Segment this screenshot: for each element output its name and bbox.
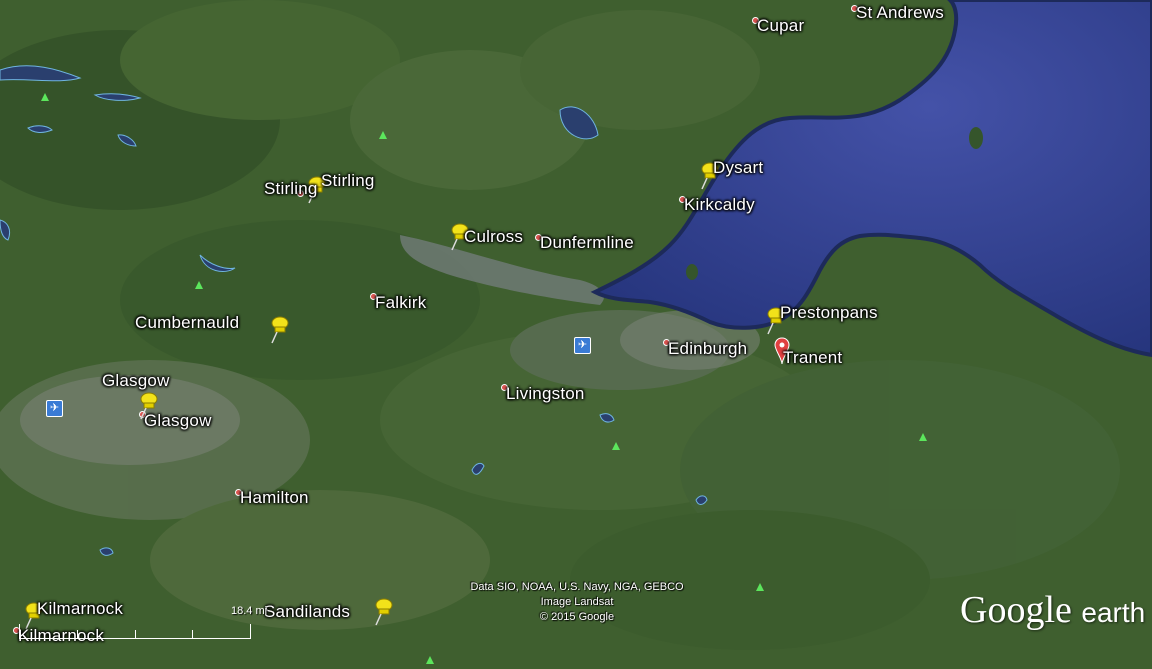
attribution-data: Data SIO, NOAA, U.S. Navy, NGA, GEBCO: [470, 581, 684, 593]
logo-earth: earth: [1081, 597, 1146, 628]
place-label-glasgow-pin[interactable]: Glasgow: [102, 371, 170, 391]
pushpin-icon[interactable]: [266, 314, 292, 344]
mountain-peak-icon: [41, 93, 49, 101]
mountain-peak-icon: [756, 583, 764, 591]
place-label-tranent[interactable]: Tranent: [783, 348, 842, 368]
place-label-st-andrews[interactable]: St Andrews: [856, 3, 944, 23]
pushpin-icon[interactable]: [370, 596, 396, 626]
place-label-dunfermline[interactable]: Dunfermline: [540, 233, 634, 253]
place-label-edinburgh[interactable]: Edinburgh: [668, 339, 747, 359]
airport-icon[interactable]: ✈: [46, 400, 63, 417]
airport-icon[interactable]: ✈: [574, 337, 591, 354]
mountain-peak-icon: [919, 433, 927, 441]
mountain-peak-icon: [195, 281, 203, 289]
satellite-map[interactable]: [0, 0, 1152, 669]
place-label-stirling[interactable]: Stirling: [264, 179, 318, 199]
place-label-kirkcaldy[interactable]: Kirkcaldy: [684, 195, 755, 215]
attribution-copyright: © 2015 Google: [539, 611, 615, 623]
place-label-cupar[interactable]: Cupar: [757, 16, 804, 36]
mountain-peak-icon: [379, 131, 387, 139]
mountain-peak-icon: [612, 442, 620, 450]
place-label-sandilands[interactable]: Sandilands: [264, 602, 350, 622]
place-label-glasgow[interactable]: Glasgow: [144, 411, 212, 431]
place-label-falkirk[interactable]: Falkirk: [375, 293, 426, 313]
mountain-peak-icon: [426, 656, 434, 664]
place-label-dysart[interactable]: Dysart: [713, 158, 763, 178]
place-label-kilmarnock-pin[interactable]: Kilmarnock: [37, 599, 123, 619]
scale-label: 18.4 mi: [231, 605, 268, 617]
place-label-livingston[interactable]: Livingston: [506, 384, 585, 404]
google-earth-logo: Google earth: [960, 588, 1145, 632]
place-label-hamilton[interactable]: Hamilton: [240, 488, 309, 508]
place-label-stirling-pin[interactable]: Stirling: [321, 171, 375, 191]
scale-bar: [19, 624, 251, 639]
place-label-culross[interactable]: Culross: [464, 227, 523, 247]
map-attribution: Data SIO, NOAA, U.S. Navy, NGA, GEBCO Im…: [440, 580, 714, 625]
place-label-cumbernauld[interactable]: Cumbernauld: [135, 313, 239, 333]
attribution-image: Image Landsat: [540, 596, 614, 608]
place-label-prestonpans[interactable]: Prestonpans: [780, 303, 878, 323]
logo-google: Google: [960, 589, 1072, 631]
